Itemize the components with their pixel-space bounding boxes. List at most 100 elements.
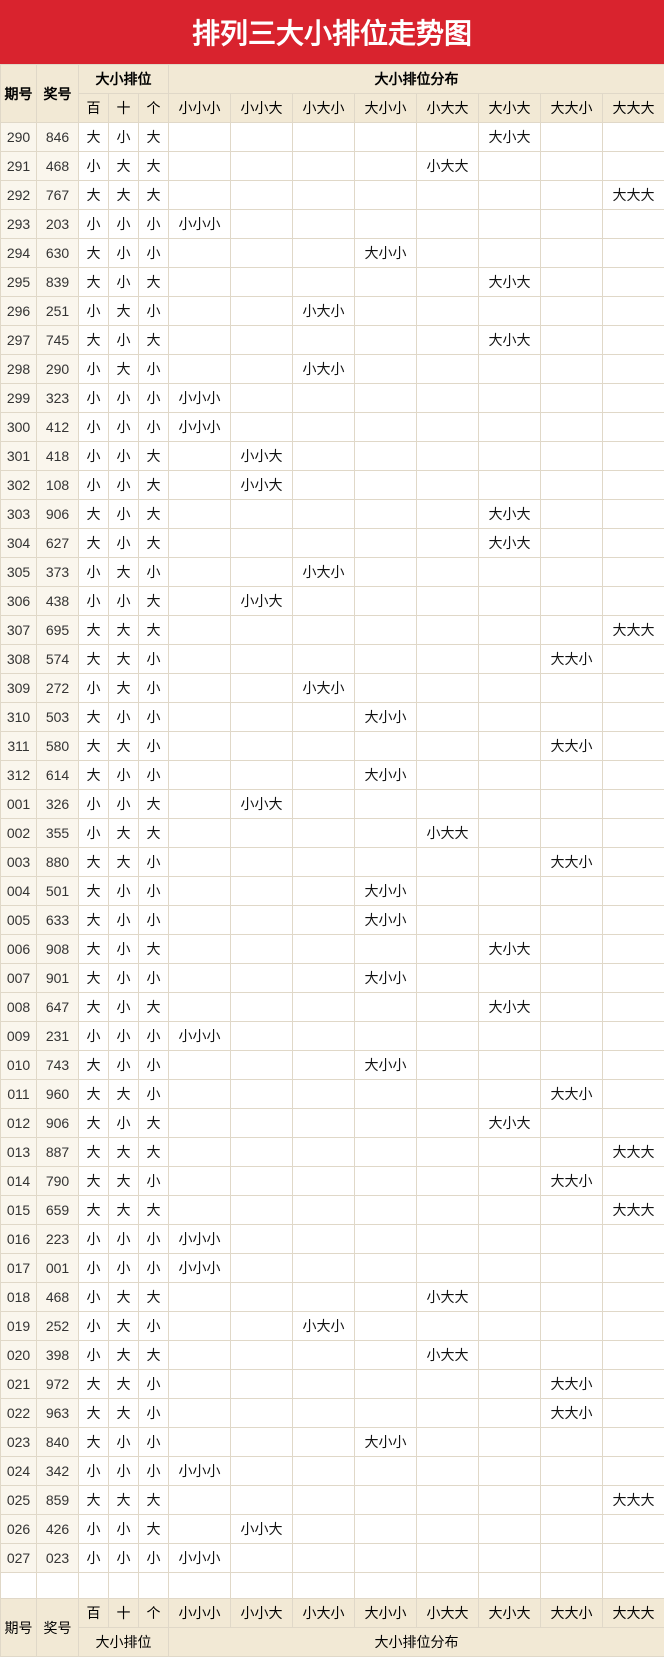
cell-dist bbox=[603, 1457, 664, 1486]
cell-pos: 小 bbox=[139, 558, 169, 587]
cell-dist bbox=[293, 790, 355, 819]
cell-pos: 小 bbox=[139, 1428, 169, 1457]
cell-dist bbox=[293, 1341, 355, 1370]
cell-pos: 小 bbox=[109, 790, 139, 819]
cell-dist bbox=[541, 906, 603, 935]
cell-dist bbox=[417, 558, 479, 587]
header-dist-group: 大小排位分布 bbox=[169, 65, 664, 94]
cell-dist bbox=[541, 790, 603, 819]
cell-dist bbox=[603, 906, 664, 935]
cell-pos: 小 bbox=[139, 210, 169, 239]
cell-award: 468 bbox=[37, 152, 79, 181]
cell-dist bbox=[355, 1254, 417, 1283]
cell-period: 303 bbox=[1, 500, 37, 529]
cell-pos: 大 bbox=[79, 1080, 109, 1109]
cell-period: 016 bbox=[1, 1225, 37, 1254]
cell-dist bbox=[293, 1486, 355, 1515]
cell-dist bbox=[603, 964, 664, 993]
cell-dist: 大小小 bbox=[355, 703, 417, 732]
cell-dist bbox=[417, 616, 479, 645]
cell-dist bbox=[603, 500, 664, 529]
cell-dist: 小小大 bbox=[231, 442, 293, 471]
header-period: 期号 bbox=[1, 65, 37, 123]
cell-dist bbox=[417, 1457, 479, 1486]
cell-award: 745 bbox=[37, 326, 79, 355]
cell-dist bbox=[417, 790, 479, 819]
blank-cell bbox=[417, 1573, 479, 1599]
cell-pos: 小 bbox=[139, 1167, 169, 1196]
cell-dist bbox=[479, 355, 541, 384]
footer-dist-1: 小小大 bbox=[231, 1599, 293, 1628]
cell-period: 292 bbox=[1, 181, 37, 210]
cell-dist bbox=[479, 848, 541, 877]
table-row: 003880大大小大大小 bbox=[1, 848, 664, 877]
cell-dist bbox=[293, 1109, 355, 1138]
cell-dist bbox=[231, 558, 293, 587]
cell-pos: 小 bbox=[139, 1051, 169, 1080]
table-row: 016223小小小小小小 bbox=[1, 1225, 664, 1254]
cell-dist bbox=[603, 326, 664, 355]
cell-dist: 大小大 bbox=[479, 935, 541, 964]
cell-dist bbox=[417, 848, 479, 877]
page-title: 排列三大小排位走势图 bbox=[0, 0, 664, 64]
cell-award: 398 bbox=[37, 1341, 79, 1370]
cell-dist bbox=[479, 1196, 541, 1225]
cell-dist bbox=[293, 471, 355, 500]
cell-pos: 大 bbox=[139, 819, 169, 848]
cell-dist bbox=[293, 413, 355, 442]
cell-dist bbox=[603, 1341, 664, 1370]
cell-pos: 大 bbox=[79, 848, 109, 877]
header-dist-1: 小小大 bbox=[231, 94, 293, 123]
cell-dist bbox=[293, 181, 355, 210]
cell-dist bbox=[541, 674, 603, 703]
cell-dist: 大小大 bbox=[479, 326, 541, 355]
cell-dist bbox=[417, 1428, 479, 1457]
cell-dist bbox=[293, 1022, 355, 1051]
cell-pos: 大 bbox=[109, 1080, 139, 1109]
footer-pos-shi: 十 bbox=[109, 1599, 139, 1628]
cell-dist bbox=[231, 674, 293, 703]
cell-period: 010 bbox=[1, 1051, 37, 1080]
table-row: 026426小小大小小大 bbox=[1, 1515, 664, 1544]
blank-cell bbox=[37, 1573, 79, 1599]
table-row: 300412小小小小小小 bbox=[1, 413, 664, 442]
cell-dist bbox=[231, 1544, 293, 1573]
cell-pos: 小 bbox=[109, 384, 139, 413]
header-pos-shi: 十 bbox=[109, 94, 139, 123]
cell-pos: 小 bbox=[139, 877, 169, 906]
cell-pos: 小 bbox=[109, 1225, 139, 1254]
cell-dist bbox=[603, 529, 664, 558]
cell-award: 580 bbox=[37, 732, 79, 761]
cell-pos: 小 bbox=[139, 1399, 169, 1428]
cell-dist bbox=[541, 703, 603, 732]
cell-dist bbox=[231, 1051, 293, 1080]
cell-dist bbox=[355, 1167, 417, 1196]
cell-dist bbox=[293, 1283, 355, 1312]
cell-dist bbox=[603, 587, 664, 616]
cell-pos: 大 bbox=[109, 1138, 139, 1167]
cell-pos: 小 bbox=[109, 993, 139, 1022]
cell-pos: 大 bbox=[139, 123, 169, 152]
cell-dist bbox=[603, 1515, 664, 1544]
cell-pos: 大 bbox=[109, 1341, 139, 1370]
header-dist-4: 小大大 bbox=[417, 94, 479, 123]
cell-award: 574 bbox=[37, 645, 79, 674]
cell-pos: 小 bbox=[109, 500, 139, 529]
cell-dist: 小小小 bbox=[169, 384, 231, 413]
cell-dist bbox=[417, 442, 479, 471]
cell-pos: 小 bbox=[109, 1022, 139, 1051]
cell-dist bbox=[479, 1428, 541, 1457]
cell-dist bbox=[603, 935, 664, 964]
cell-pos: 小 bbox=[109, 1515, 139, 1544]
cell-dist bbox=[541, 500, 603, 529]
cell-dist bbox=[169, 993, 231, 1022]
table-row: 005633大小小大小小 bbox=[1, 906, 664, 935]
cell-dist bbox=[231, 297, 293, 326]
cell-award: 647 bbox=[37, 993, 79, 1022]
cell-dist bbox=[541, 1051, 603, 1080]
cell-dist bbox=[169, 935, 231, 964]
cell-dist bbox=[293, 732, 355, 761]
cell-dist bbox=[169, 1370, 231, 1399]
cell-dist bbox=[417, 1051, 479, 1080]
cell-pos: 大 bbox=[109, 732, 139, 761]
